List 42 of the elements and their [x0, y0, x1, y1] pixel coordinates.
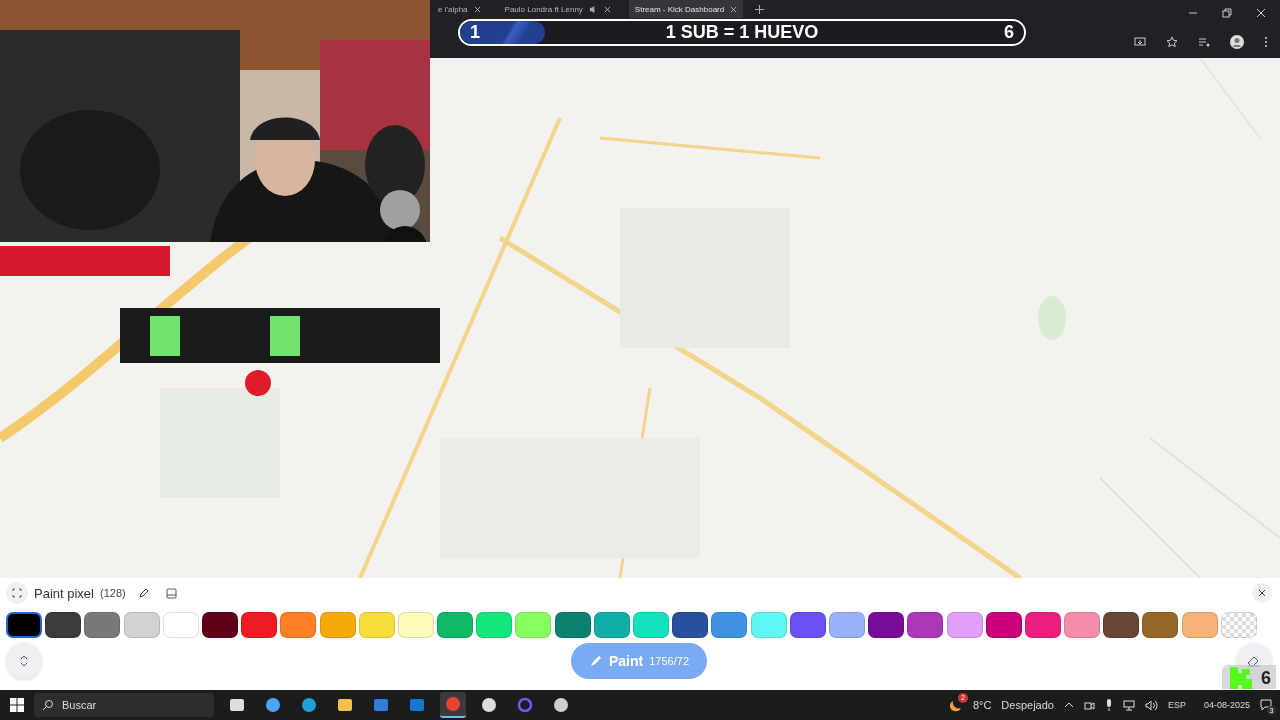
browser-tab[interactable]: e l'alpha: [432, 0, 487, 18]
network-icon[interactable]: [1122, 699, 1135, 711]
close-icon[interactable]: [730, 5, 738, 13]
fullscreen-button[interactable]: [6, 582, 28, 604]
kick-count: 6: [1260, 667, 1272, 689]
goal-text: 1 SUB = 1 HUEVO: [665, 22, 819, 43]
pencil-icon[interactable]: [137, 587, 150, 599]
panel-title: Paint pixel: [34, 585, 94, 601]
chevron-up-icon[interactable]: [1063, 702, 1074, 708]
up-down-chevron-icon: [20, 655, 28, 667]
menu-icon[interactable]: [1264, 36, 1268, 48]
volume-icon[interactable]: [1144, 699, 1158, 711]
date[interactable]: 04-08-2025: [1203, 700, 1250, 710]
close-icon: [1258, 589, 1266, 597]
close-icon[interactable]: [473, 5, 481, 13]
camera-icon[interactable]: [1083, 699, 1095, 711]
media-icon[interactable]: [1198, 36, 1210, 48]
windows-start-icon[interactable]: [10, 698, 24, 712]
new-tab-icon[interactable]: [755, 4, 765, 14]
goal-current: 1: [470, 22, 480, 43]
browser-tab[interactable]: Stream - Kick Dashboard: [628, 0, 744, 18]
restore-icon[interactable]: [1222, 8, 1232, 18]
transparent-swatch[interactable]: [1220, 612, 1257, 638]
language-indicator[interactable]: ESP: [1167, 700, 1186, 710]
close-icon[interactable]: [603, 5, 611, 13]
weather-condition: Despejado: [1001, 699, 1054, 711]
temperature: 8°C: [972, 699, 992, 711]
microphone-icon[interactable]: [1104, 699, 1113, 711]
browser-tab[interactable]: Paulo Londra ft Lenny: [498, 0, 617, 18]
avatar-icon[interactable]: [1230, 35, 1244, 49]
close-button[interactable]: [1252, 583, 1272, 603]
brush-icon: [589, 654, 603, 668]
search-field[interactable]: Buscar: [34, 693, 214, 717]
pixel-count: (128): [100, 587, 126, 599]
install-icon[interactable]: [1134, 36, 1146, 48]
layout-icon[interactable]: [165, 587, 177, 599]
star-icon[interactable]: [1166, 36, 1178, 48]
fullscreen-icon: [12, 588, 22, 598]
color-swatch[interactable]: [6, 612, 42, 638]
goal-target: 6: [1004, 22, 1014, 43]
notification-icon[interactable]: [1260, 699, 1272, 711]
close-icon[interactable]: [1256, 8, 1266, 18]
